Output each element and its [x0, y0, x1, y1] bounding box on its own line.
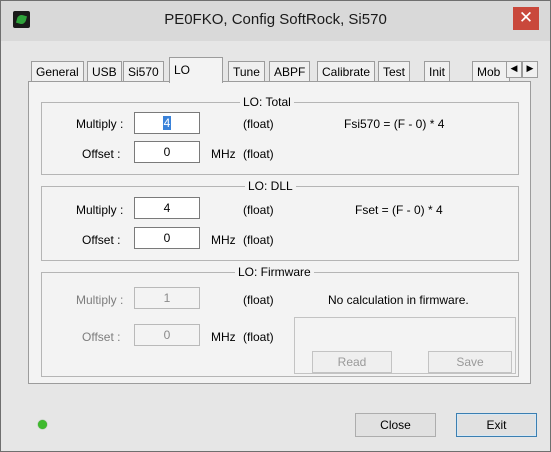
group-lo-dll: LO: DLL Multiply : 4 (float) Fset = (F -…	[41, 179, 519, 261]
title-bar: PE0FKO, Config SoftRock, Si570 ✕	[1, 1, 550, 41]
tab-abpf[interactable]: ABPF	[269, 61, 311, 82]
tab-test[interactable]: Test	[378, 61, 411, 82]
tab-scroll-left-icon[interactable]: ◀	[506, 61, 522, 78]
exit-button[interactable]: Exit	[456, 413, 537, 437]
multiply-label: Multiply :	[76, 117, 124, 131]
read-button[interactable]: Read	[312, 351, 392, 373]
offset-label: Offset :	[82, 330, 121, 344]
tab-usb[interactable]: USB	[87, 61, 122, 82]
firmware-offset-input[interactable]: 0	[134, 324, 200, 346]
offset-unit: (float)	[243, 147, 274, 161]
group-lo-firmware: LO: Firmware Multiply : 1 (float) No cal…	[41, 265, 519, 377]
total-offset-input[interactable]: 0	[134, 141, 200, 163]
formula-text: Fsi570 = (F - 0) * 4	[344, 117, 445, 131]
offset-unit-mhz: MHz	[211, 147, 236, 161]
offset-unit: (float)	[243, 330, 274, 344]
offset-label: Offset :	[82, 233, 121, 247]
tab-tune[interactable]: Tune	[228, 61, 265, 82]
multiply-label: Multiply :	[76, 293, 124, 307]
tab-calibrate[interactable]: Calibrate	[317, 61, 376, 82]
offset-label: Offset :	[82, 147, 121, 161]
tab-si570[interactable]: Si570	[123, 61, 164, 82]
tab-init[interactable]: Init	[424, 61, 451, 82]
status-indicator-icon	[38, 420, 47, 429]
tab-lo[interactable]: LO	[169, 57, 223, 83]
firmware-multiply-input[interactable]: 1	[134, 287, 200, 309]
lo-tab-panel: LO: Total Multiply : 4 (float) Fsi570 = …	[28, 81, 531, 384]
multiply-unit: (float)	[243, 203, 274, 217]
group-lo-total: LO: Total Multiply : 4 (float) Fsi570 = …	[41, 95, 519, 175]
multiply-unit: (float)	[243, 293, 274, 307]
group-title: LO: Firmware	[235, 265, 314, 279]
multiply-label: Multiply :	[76, 203, 124, 217]
close-icon[interactable]: ✕	[513, 7, 539, 30]
dll-multiply-input[interactable]: 4	[134, 197, 200, 219]
tab-general[interactable]: General	[31, 61, 84, 82]
offset-unit: (float)	[243, 233, 274, 247]
window-title: PE0FKO, Config SoftRock, Si570	[164, 11, 387, 28]
input-value: 4	[162, 116, 172, 130]
offset-unit-mhz: MHz	[211, 330, 236, 344]
firmware-actions-frame: Read Save	[294, 317, 516, 374]
config-window: PE0FKO, Config SoftRock, Si570 ✕ General…	[0, 0, 551, 452]
save-button[interactable]: Save	[428, 351, 512, 373]
offset-unit-mhz: MHz	[211, 233, 236, 247]
group-title: LO: Total	[240, 95, 294, 109]
total-multiply-input[interactable]: 4	[134, 112, 200, 134]
tab-scroll-right-icon[interactable]: ▶	[522, 61, 538, 78]
multiply-unit: (float)	[243, 117, 274, 131]
close-button[interactable]: Close	[355, 413, 436, 437]
dll-offset-input[interactable]: 0	[134, 227, 200, 249]
formula-text: Fset = (F - 0) * 4	[355, 203, 443, 217]
group-title: LO: DLL	[245, 179, 296, 193]
formula-text: No calculation in firmware.	[328, 293, 469, 307]
tab-mob[interactable]: Mob	[472, 61, 510, 82]
